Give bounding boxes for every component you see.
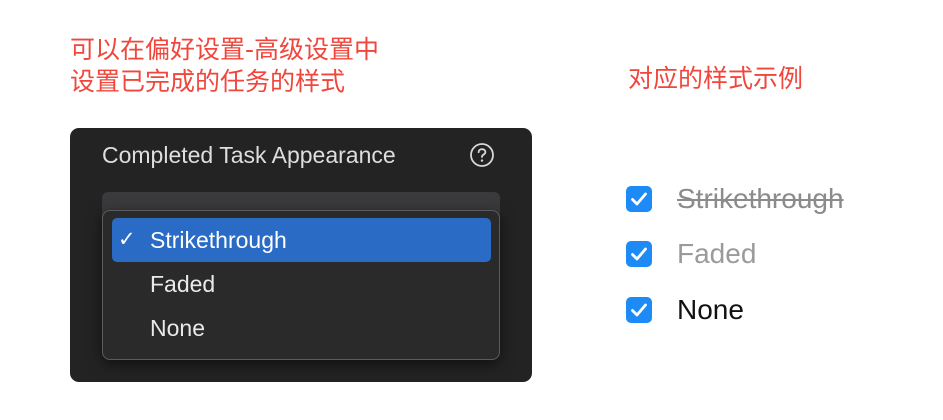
annotation-left-line2: 设置已完成的任务的样式 <box>70 67 346 96</box>
checkmark-icon <box>631 247 647 261</box>
menu-item-label: Faded <box>150 271 216 297</box>
checkbox[interactable] <box>626 186 652 212</box>
question-circle-icon[interactable] <box>469 142 495 168</box>
example-label: Faded <box>677 238 757 269</box>
checkmark-icon: ✓ <box>118 228 136 251</box>
checkbox[interactable] <box>626 241 652 267</box>
menu-item-none[interactable]: None <box>112 306 491 350</box>
checkbox[interactable] <box>626 297 652 323</box>
annotation-left: 可以在偏好设置-高级设置中 设置已完成的任务的样式 <box>70 34 379 98</box>
appearance-dropdown-menu: ✓ Strikethrough Faded None <box>102 210 500 360</box>
annotation-right: 对应的样式示例 <box>628 64 804 93</box>
setting-title: Completed Task Appearance <box>102 142 396 168</box>
annotation-left-line1: 可以在偏好设置-高级设置中 <box>70 35 380 64</box>
menu-item-label: Strikethrough <box>150 227 287 253</box>
example-label: Strikethrough <box>677 183 844 214</box>
example-label: None <box>677 294 744 325</box>
checkmark-icon <box>631 192 647 206</box>
menu-item-strikethrough[interactable]: ✓ Strikethrough <box>112 218 491 262</box>
menu-item-label: None <box>150 315 205 341</box>
checkmark-icon <box>631 303 647 317</box>
menu-item-faded[interactable]: Faded <box>112 262 491 306</box>
settings-panel: Completed Task Appearance ✓ Strikethroug… <box>70 128 532 382</box>
